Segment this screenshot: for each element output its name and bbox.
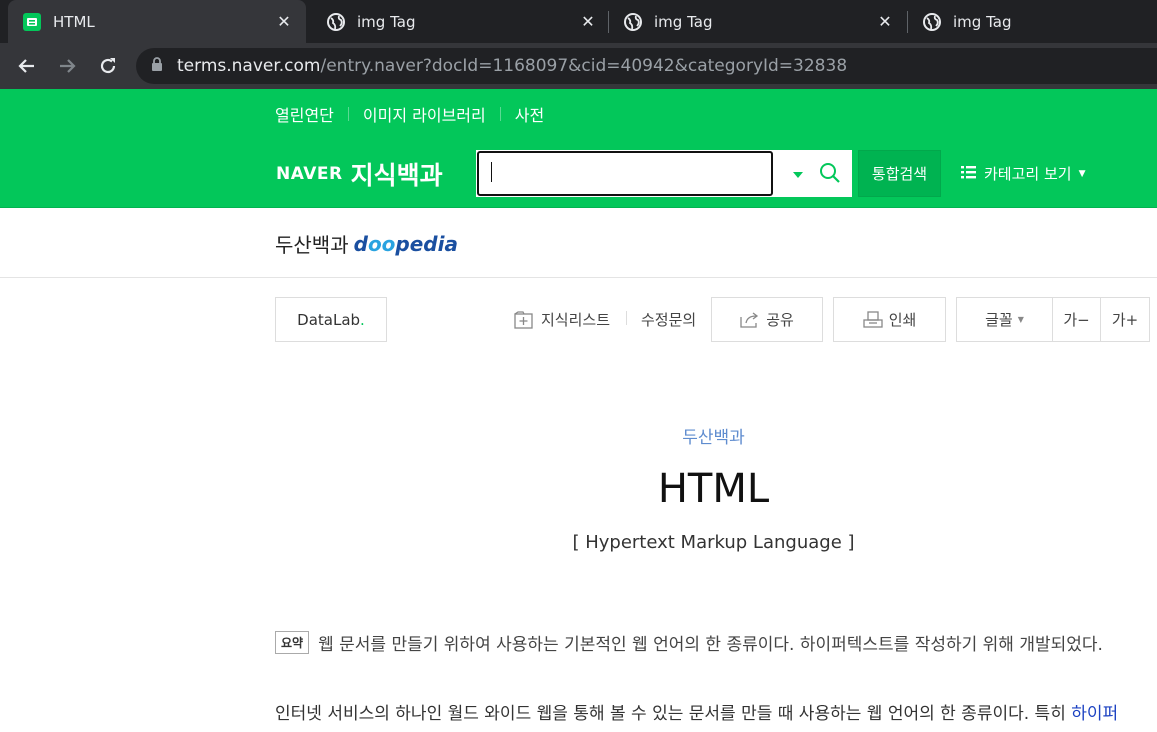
tab-img-tag-3[interactable]: img Tag [908,0,1157,43]
list-icon [961,165,976,183]
divider [499,106,501,121]
close-icon[interactable]: ✕ [578,12,598,32]
link-image-library[interactable]: 이미지 라이브러리 [363,102,486,126]
logo-part: d [353,231,368,256]
naver-knowledge-logo[interactable]: NAVER 지식백과 [276,156,443,192]
summary-badge: 요약 [275,631,310,654]
edit-request-link[interactable]: 수정문의 [641,297,696,342]
close-icon[interactable]: ✕ [875,12,895,32]
url-host: terms.naver.com [177,56,321,76]
text-caret [491,162,492,182]
gnb-main-bar: NAVER 지식백과 통합검색 카테고리 보기 ▼ [0,138,1157,208]
article-title: HTML [657,466,770,512]
print-icon [863,310,883,328]
tab-title: HTML [53,12,95,31]
browser-tab-bar: HTML ✕ img Tag ✕ img Tag ✕ img Tag [0,0,1157,43]
share-button[interactable]: 공유 [711,297,823,342]
datalab-label: DataLab [297,310,361,329]
print-button[interactable]: 인쇄 [833,297,946,342]
summary-text: 웹 문서를 만들기 위하여 사용하는 기본적인 웹 언어의 한 종류이다. 하이… [318,635,1103,655]
datalab-button[interactable]: DataLab. [275,297,387,342]
font-label: 글꼴 [985,311,1013,329]
globe-icon [326,12,346,32]
naver-tab-icon [22,12,42,32]
category-view-button[interactable]: 카테고리 보기 ▼ [961,150,1086,197]
source-name-kr: 두산백과 [275,233,349,257]
globe-icon [922,12,942,32]
logo-part: oo [367,231,396,256]
share-icon [740,312,759,328]
source-bar: 두산백과 doopedia [0,208,1157,278]
hypertext-link[interactable]: 하이퍼 [1071,704,1118,724]
back-button[interactable] [12,51,42,81]
print-label: 인쇄 [888,311,917,329]
source-name-en: doopedia [354,232,458,256]
reload-button[interactable] [93,51,123,81]
search-box [476,150,852,197]
forward-arrow-icon [60,59,76,73]
share-label: 공유 [766,311,794,329]
url-text: terms.naver.com/entry.naver?docId=116809… [177,56,847,76]
search-icon[interactable] [818,161,842,189]
body-text: 인터넷 서비스의 하나인 월드 와이드 웹을 통해 볼 수 있는 문서를 만들 … [275,704,1072,724]
lock-icon [151,56,163,76]
search-input[interactable] [477,151,773,196]
brand-naver: NAVER [276,164,343,184]
reload-icon [100,58,116,74]
caret-down-icon: ▼ [1017,315,1024,324]
brand-knowledge: 지식백과 [350,161,443,190]
tab-title: img Tag [357,12,416,31]
divider [626,311,627,325]
forward-button[interactable] [52,51,82,81]
globe-icon [623,12,643,32]
gnb-links: 열린연단 이미지 라이브러리 사전 [275,89,544,138]
tab-html[interactable]: HTML ✕ [8,0,306,43]
knowledge-list-label: 지식리스트 [541,311,611,329]
tab-img-tag-1[interactable]: img Tag ✕ [312,0,610,43]
caret-down-icon: ▼ [1078,168,1086,179]
address-bar[interactable]: terms.naver.com/entry.naver?docId=116809… [136,48,1157,84]
divider [347,106,349,121]
category-view-label: 카테고리 보기 [984,165,1072,183]
tab-img-tag-2[interactable]: img Tag ✕ [609,0,907,43]
font-select[interactable]: 글꼴 ▼ [957,298,1053,341]
font-bigger-button[interactable]: 가+ [1101,298,1149,341]
logo-part: pedia [395,231,458,256]
article-category[interactable]: 두산백과 [0,423,1157,448]
doopedia-logo[interactable]: 두산백과 doopedia [275,229,458,258]
article-subtitle: [ Hypertext Markup Language ] [572,532,855,553]
datalab-dot: . [360,310,365,329]
article-summary: 요약 웹 문서를 만들기 위하여 사용하는 기본적인 웹 언어의 한 종류이다.… [275,630,1103,655]
close-icon[interactable]: ✕ [274,12,294,32]
tab-title: img Tag [953,12,1012,31]
article-body: 인터넷 서비스의 하나인 월드 와이드 웹을 통해 볼 수 있는 문서를 만들 … [275,699,1118,724]
link-dictionary[interactable]: 사전 [515,102,544,126]
tab-title: img Tag [654,12,713,31]
url-path: /entry.naver?docId=1168097&cid=40942&cat… [320,56,848,76]
knowledge-list-button[interactable]: 지식리스트 [514,297,610,342]
font-controls: 글꼴 ▼ 가− 가+ [956,297,1150,342]
link-open-lecture[interactable]: 열린연단 [275,102,334,126]
integrated-search-button[interactable]: 통합검색 [858,150,941,197]
add-folder-icon [514,310,533,329]
font-smaller-button[interactable]: 가− [1053,298,1101,341]
gnb-top-bar: 열린연단 이미지 라이브러리 사전 [0,89,1157,138]
browser-toolbar: terms.naver.com/entry.naver?docId=116809… [0,43,1157,89]
back-arrow-icon [18,59,34,73]
search-option-dropdown-icon[interactable] [791,167,805,186]
